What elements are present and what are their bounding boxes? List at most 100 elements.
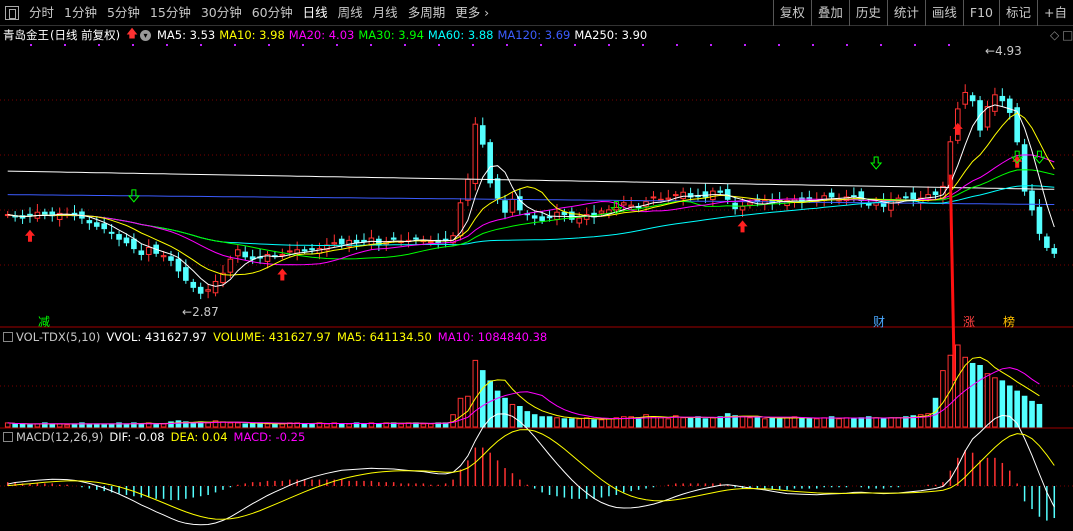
- candle-body: [472, 123, 479, 184]
- candle-body: [27, 213, 33, 217]
- collapse-icon[interactable]: □: [1062, 28, 1073, 42]
- kline-chart: [0, 44, 1073, 526]
- candle-body: [509, 198, 516, 213]
- volume-bar: [494, 390, 501, 428]
- candle-body: [546, 216, 553, 219]
- candle-body: [658, 198, 664, 201]
- event-label[interactable]: 财: [873, 313, 885, 330]
- event-label[interactable]: 减: [38, 313, 50, 330]
- candle-body: [301, 249, 308, 252]
- volume-bar: [658, 417, 664, 428]
- volume-bar: [338, 423, 345, 428]
- ma-label: MA120: 3.69: [497, 28, 571, 42]
- marker-dot: [472, 44, 474, 46]
- candle-body: [205, 289, 211, 292]
- vol-title: VOL-TDX(5,10): [16, 330, 101, 344]
- marker-dot: [778, 44, 780, 46]
- candle-body: [739, 205, 746, 211]
- chevron-down-icon[interactable]: ▾: [139, 29, 151, 41]
- candle-body: [717, 190, 724, 193]
- candle-body: [413, 237, 419, 240]
- volume-header: VOL-TDX(5,10) VVOL: 431627.97 VOLUME: 43…: [3, 329, 553, 345]
- candle-body: [331, 242, 338, 245]
- main-header: 青岛金王 (日线 前复权) 🡅 ▾ MA5: 3.53 MA10: 3.98 MA2…: [3, 26, 651, 43]
- volume-bar: [272, 423, 278, 428]
- expand-icon[interactable]: [3, 432, 13, 442]
- marker-dot: [98, 44, 100, 46]
- volume-bar: [427, 423, 434, 428]
- volume-bar: [561, 418, 568, 428]
- volume-bar: [583, 417, 590, 428]
- volume-bar: [235, 422, 241, 428]
- ma-label: MA10: 3.98: [219, 28, 285, 42]
- candle-body: [932, 191, 939, 196]
- volume-ma-line: [7, 367, 1040, 425]
- volume-bar: [531, 414, 538, 428]
- candle-body: [494, 178, 501, 199]
- volume-bar: [665, 418, 672, 428]
- diamond-icon[interactable]: ◇: [1050, 28, 1059, 42]
- macd-value: MACD: -0.25: [233, 430, 306, 444]
- candle-body: [427, 241, 434, 244]
- candle-body: [183, 267, 189, 281]
- ma-legend: MA5: 3.53 MA10: 3.98 MA20: 4.03 MA30: 3.94 M…: [157, 28, 651, 42]
- candle-body: [910, 192, 917, 201]
- expand-icon[interactable]: [3, 332, 13, 342]
- marker-dot: [846, 44, 848, 46]
- candle-body: [309, 248, 315, 251]
- macd-header: MACD(12,26,9) DIF: -0.08 DEA: 0.04 MACD:…: [3, 429, 311, 445]
- marker-dot: [608, 44, 610, 46]
- volume-bar: [747, 417, 753, 428]
- event-label[interactable]: 涨: [963, 313, 975, 330]
- volume-bar: [301, 423, 308, 428]
- volume-bar: [576, 418, 583, 428]
- ma-label: MA250: 3.90: [574, 28, 648, 42]
- candle-body: [724, 189, 731, 200]
- volume-bar: [361, 423, 367, 428]
- candle-body: [903, 196, 909, 199]
- candle-body: [175, 258, 182, 272]
- volume-bar: [324, 423, 330, 428]
- volume-bar: [4, 422, 11, 428]
- volume-bar: [1029, 400, 1035, 428]
- ma-line: [7, 185, 1055, 246]
- candle-body: [969, 95, 976, 102]
- ma-label: MA5: 3.53: [156, 28, 216, 42]
- candle-body: [672, 194, 679, 197]
- candle-body: [42, 211, 48, 216]
- volume-bar: [680, 417, 686, 428]
- ma-label: MA60: 3.88: [427, 28, 494, 42]
- volume-bar: [635, 417, 642, 428]
- marker-dot: [30, 44, 32, 46]
- volume-bar: [376, 423, 382, 428]
- volume-bar: [702, 418, 709, 428]
- volume-bar: [873, 417, 879, 428]
- marker-dot: [948, 44, 950, 46]
- volume-bar: [754, 416, 761, 428]
- volume-bar: [539, 416, 545, 428]
- period-note: (日线 前复权): [50, 28, 121, 42]
- volume-bar: [546, 416, 553, 428]
- ma-line: [7, 112, 1055, 276]
- candle-body: [212, 280, 219, 294]
- volume-bar: [227, 422, 234, 428]
- volume-value: VOLUME: 431627.97: [213, 330, 331, 344]
- volume-bar: [12, 423, 18, 428]
- marker-dot: [642, 44, 644, 46]
- event-label[interactable]: 榜: [1003, 313, 1015, 330]
- volume-bar: [27, 424, 33, 428]
- candle-body: [338, 238, 345, 245]
- candle-body: [235, 249, 241, 257]
- candle-body: [1036, 206, 1043, 234]
- volume-bar: [457, 397, 464, 428]
- volume-bar: [762, 418, 768, 428]
- volume-bar: [984, 373, 991, 428]
- volume-bar: [784, 417, 790, 428]
- volume-bar: [999, 380, 1006, 428]
- marker-dot: [574, 44, 576, 46]
- marker-dot: [268, 44, 270, 46]
- volume-bar: [969, 362, 976, 428]
- marker-dot: [404, 44, 406, 46]
- candle-body: [465, 178, 471, 201]
- volume-bar: [895, 417, 902, 428]
